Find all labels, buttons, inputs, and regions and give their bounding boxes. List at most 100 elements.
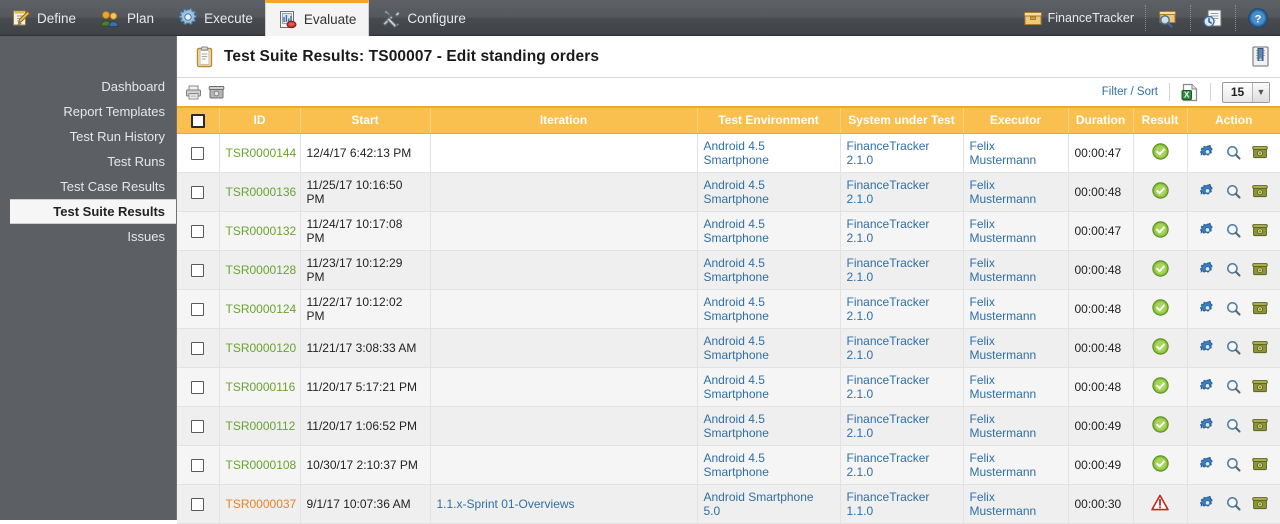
- cell-id[interactable]: TSR0000136: [219, 172, 301, 212]
- executor-link[interactable]: Felix Mustermann: [970, 373, 1037, 401]
- cell-id[interactable]: TSR0000144: [219, 133, 301, 173]
- executor-link[interactable]: Felix Mustermann: [970, 139, 1037, 167]
- system-under-test-link[interactable]: FinanceTracker 2.1.0: [847, 217, 930, 245]
- magnifier-icon[interactable]: [1226, 262, 1241, 277]
- cell-test-environment[interactable]: Android 4.5 Smartphone: [697, 211, 841, 251]
- executor-link[interactable]: Felix Mustermann: [970, 217, 1037, 245]
- sidebar-item-test-suite-results[interactable]: Test Suite Results: [10, 199, 181, 224]
- nav-item-execute[interactable]: Execute: [166, 0, 265, 36]
- executor-link[interactable]: Felix Mustermann: [970, 451, 1037, 479]
- id-link[interactable]: TSR0000116: [226, 380, 296, 394]
- gear-icon[interactable]: [1200, 300, 1215, 316]
- cell-system-under-test[interactable]: FinanceTracker 1.1.0: [840, 484, 964, 524]
- column-header-duration[interactable]: Duration: [1068, 108, 1134, 134]
- archive-icon[interactable]: [1252, 418, 1268, 433]
- archive-icon[interactable]: [1252, 301, 1268, 316]
- sidebar-item-test-case-results[interactable]: Test Case Results: [0, 174, 177, 199]
- cell-id[interactable]: TSR0000116: [219, 367, 301, 407]
- id-link[interactable]: TSR0000128: [226, 263, 297, 277]
- column-header-system-under-test[interactable]: System under Test: [840, 108, 964, 134]
- test-environment-link[interactable]: Android 4.5 Smartphone: [704, 295, 769, 323]
- cell-test-environment[interactable]: Android 4.5 Smartphone: [697, 133, 841, 173]
- report-document-icon[interactable]: [1250, 45, 1272, 69]
- project-selector[interactable]: FinanceTracker: [1013, 0, 1145, 36]
- cell-executor[interactable]: Felix Mustermann: [963, 328, 1069, 368]
- gear-icon[interactable]: [1200, 183, 1215, 199]
- magnifier-icon[interactable]: [1226, 496, 1241, 511]
- sidebar-item-test-run-history[interactable]: Test Run History: [0, 124, 177, 149]
- system-under-test-link[interactable]: FinanceTracker 2.1.0: [847, 412, 930, 440]
- sidebar-item-issues[interactable]: Issues: [0, 224, 177, 249]
- archive-icon[interactable]: [1252, 379, 1268, 394]
- cell-executor[interactable]: Felix Mustermann: [963, 250, 1069, 290]
- column-header-select-all[interactable]: [177, 108, 220, 134]
- magnifier-icon[interactable]: [1226, 145, 1241, 160]
- magnifier-icon[interactable]: [1226, 223, 1241, 238]
- archive-icon[interactable]: [1252, 340, 1268, 355]
- row-select-cell[interactable]: [177, 133, 220, 173]
- gear-icon[interactable]: [1200, 456, 1215, 472]
- archive-icon[interactable]: [1252, 184, 1268, 199]
- select-all-checkbox[interactable]: [190, 113, 205, 128]
- excel-export-icon[interactable]: X: [1181, 83, 1199, 102]
- cell-test-environment[interactable]: Android 4.5 Smartphone: [697, 367, 841, 407]
- sidebar-item-test-runs[interactable]: Test Runs: [0, 149, 177, 174]
- executor-link[interactable]: Felix Mustermann: [970, 412, 1037, 440]
- system-under-test-link[interactable]: FinanceTracker 2.1.0: [847, 178, 930, 206]
- cell-executor[interactable]: Felix Mustermann: [963, 172, 1069, 212]
- cell-system-under-test[interactable]: FinanceTracker 2.1.0: [840, 133, 964, 173]
- id-link[interactable]: TSR0000112: [226, 419, 296, 433]
- row-select-cell[interactable]: [177, 484, 220, 524]
- cell-test-environment[interactable]: Android 4.5 Smartphone: [697, 328, 841, 368]
- cell-system-under-test[interactable]: FinanceTracker 2.1.0: [840, 172, 964, 212]
- cell-test-environment[interactable]: Android 4.5 Smartphone: [697, 445, 841, 485]
- system-under-test-link[interactable]: FinanceTracker 2.1.0: [847, 451, 930, 479]
- test-environment-link[interactable]: Android 4.5 Smartphone: [704, 373, 769, 401]
- cell-id[interactable]: TSR0000132: [219, 211, 301, 251]
- archive-icon[interactable]: [1252, 145, 1268, 160]
- cell-executor[interactable]: Felix Mustermann: [963, 133, 1069, 173]
- test-environment-link[interactable]: Android 4.5 Smartphone: [704, 451, 769, 479]
- row-select-cell[interactable]: [177, 250, 220, 290]
- row-checkbox[interactable]: [191, 146, 205, 160]
- cell-system-under-test[interactable]: FinanceTracker 2.1.0: [840, 328, 964, 368]
- system-under-test-link[interactable]: FinanceTracker 2.1.0: [847, 256, 930, 284]
- cell-id[interactable]: TSR0000108: [219, 445, 301, 485]
- test-environment-link[interactable]: Android Smartphone 5.0: [704, 490, 814, 518]
- cell-system-under-test[interactable]: FinanceTracker 2.1.0: [840, 211, 964, 251]
- row-checkbox[interactable]: [191, 224, 205, 238]
- column-header-executor[interactable]: Executor: [963, 108, 1069, 134]
- id-link[interactable]: TSR0000108: [226, 458, 297, 472]
- executor-link[interactable]: Felix Mustermann: [970, 490, 1037, 518]
- test-environment-link[interactable]: Android 4.5 Smartphone: [704, 178, 769, 206]
- archive-icon[interactable]: [208, 84, 225, 101]
- cell-executor[interactable]: Felix Mustermann: [963, 289, 1069, 329]
- system-under-test-link[interactable]: FinanceTracker 1.1.0: [847, 490, 930, 518]
- page-size-select[interactable]: 15 ▼: [1222, 81, 1270, 103]
- row-checkbox[interactable]: [191, 458, 205, 472]
- gear-icon[interactable]: [1200, 339, 1215, 355]
- help-button[interactable]: ?: [1236, 0, 1280, 36]
- system-under-test-link[interactable]: FinanceTracker 2.1.0: [847, 334, 930, 362]
- table-row[interactable]: TSR0000120 11/21/17 3:08:33 AM Android 4.5…: [177, 328, 1280, 368]
- cell-test-environment[interactable]: Android 4.5 Smartphone: [697, 250, 841, 290]
- nav-item-evaluate[interactable]: Evaluate: [264, 0, 370, 36]
- history-button[interactable]: [1191, 0, 1235, 36]
- id-link[interactable]: TSR0000136: [226, 185, 297, 199]
- row-checkbox[interactable]: [191, 341, 205, 355]
- id-link[interactable]: TSR0000124: [226, 302, 297, 316]
- table-row[interactable]: TSR0000124 11/22/17 10:12:02 PM Android 4.…: [177, 289, 1280, 329]
- cell-test-environment[interactable]: Android 4.5 Smartphone: [697, 406, 841, 446]
- cell-executor[interactable]: Felix Mustermann: [963, 211, 1069, 251]
- test-environment-link[interactable]: Android 4.5 Smartphone: [704, 217, 769, 245]
- archive-icon[interactable]: [1252, 457, 1268, 472]
- table-row[interactable]: TSR0000112 11/20/17 1:06:52 PM Android 4.5…: [177, 406, 1280, 446]
- row-checkbox[interactable]: [191, 302, 205, 316]
- magnifier-icon[interactable]: [1226, 184, 1241, 199]
- row-select-cell[interactable]: [177, 328, 220, 368]
- column-header-id[interactable]: ID: [219, 108, 301, 134]
- archive-icon[interactable]: [1252, 262, 1268, 277]
- cell-test-environment[interactable]: Android 4.5 Smartphone: [697, 172, 841, 212]
- row-select-cell[interactable]: [177, 367, 220, 407]
- executor-link[interactable]: Felix Mustermann: [970, 178, 1037, 206]
